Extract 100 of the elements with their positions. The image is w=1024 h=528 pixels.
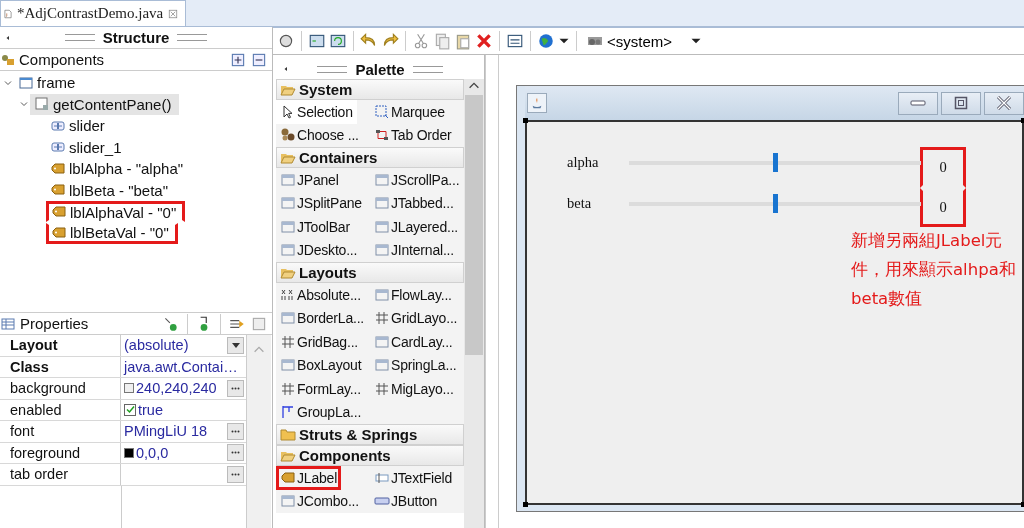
form-icon[interactable] [506, 32, 524, 50]
checkbox[interactable] [124, 403, 136, 416]
collapse-arrow-icon [282, 65, 290, 73]
property-value: java.awt.Contai… [124, 358, 239, 375]
palette-item[interactable]: FlowLay... [370, 283, 456, 307]
palette-item[interactable]: Absolute... [276, 283, 365, 307]
palette-item[interactable]: JPanel [276, 168, 343, 192]
property-value: 240,240,240 [136, 380, 218, 397]
cut-icon[interactable] [412, 32, 430, 50]
label-icon [50, 160, 66, 177]
paste-icon[interactable] [454, 32, 472, 50]
palette-category[interactable]: Layouts [276, 262, 464, 283]
editor-tab[interactable]: *AdjContrastDemo.java [0, 0, 187, 26]
content-pane[interactable]: alpha beta 0 0 新增另兩組JLabel元件，用來顯示alhpa和beta數值 [525, 120, 1024, 505]
palette-item[interactable]: GridLayo... [370, 306, 462, 330]
label-icon [51, 224, 67, 241]
palette-item[interactable]: JSplitPane [276, 191, 366, 215]
resize-handle[interactable] [523, 118, 528, 123]
palette-item[interactable]: JCombo... [276, 489, 363, 513]
runtime-selector[interactable]: <system> [583, 32, 677, 50]
palette-item[interactable]: JLabel [276, 466, 342, 490]
slider[interactable] [629, 153, 921, 172]
tree-item[interactable]: getContentPane() [30, 93, 180, 115]
copy-icon[interactable] [433, 32, 451, 50]
drag-grip[interactable] [64, 34, 95, 41]
slider-label: beta [567, 195, 592, 212]
palette-item[interactable]: JTextField [370, 466, 457, 490]
tree-item[interactable]: frame [14, 72, 84, 94]
palette-item[interactable]: FormLay... [276, 377, 365, 401]
component-icon [374, 242, 390, 259]
globe-icon[interactable] [537, 32, 555, 50]
property-name: enabled [0, 399, 121, 420]
drag-grip[interactable] [317, 65, 348, 73]
palette-item[interactable]: GridBag... [276, 330, 363, 354]
palette-item[interactable]: Marquee [370, 100, 449, 124]
value-label: 0 [939, 199, 947, 216]
tree-item[interactable]: slider_1 [46, 136, 130, 158]
property-value: (absolute) [124, 337, 190, 354]
palette-item[interactable]: SpringLa... [370, 353, 461, 377]
panel-icon [34, 96, 50, 113]
slider-thumb[interactable] [773, 153, 778, 172]
palette-item[interactable]: JButton [370, 489, 442, 513]
source-icon[interactable] [308, 32, 326, 50]
tree-item[interactable]: slider [46, 115, 113, 137]
palette-item[interactable]: BoxLayout [276, 353, 366, 377]
grid-icon [374, 310, 390, 327]
palette-item[interactable]: BorderLa... [276, 306, 369, 330]
delete-icon[interactable] [475, 32, 493, 50]
palette-category[interactable]: Components [276, 445, 464, 466]
palette-item[interactable]: CardLay... [370, 330, 457, 354]
component-icon [280, 171, 296, 188]
slider-thumb[interactable] [773, 194, 778, 213]
palette-category[interactable]: Struts & Springs [276, 424, 464, 445]
marquee-icon [374, 103, 390, 120]
refresh-icon[interactable] [329, 32, 347, 50]
close-button[interactable] [984, 91, 1024, 115]
palette-item[interactable]: GroupLa... [276, 400, 366, 424]
tree-item[interactable]: lblAlpha - "alpha" [46, 158, 192, 180]
palette-item[interactable]: JDeskto... [276, 238, 362, 262]
slider[interactable] [629, 194, 921, 213]
palette-item[interactable]: JInternal... [370, 238, 458, 262]
value-label: 0 [939, 159, 947, 176]
palette-item[interactable]: JToolBar [276, 215, 354, 239]
palette-item[interactable]: Selection [276, 100, 357, 124]
collapse-arrow-icon [4, 34, 12, 42]
scrollbar[interactable] [247, 335, 271, 528]
maximize-icon [954, 96, 968, 110]
tree-item[interactable]: lblAlphaVal - "0" [46, 201, 186, 223]
more-button[interactable] [227, 379, 244, 397]
palette-item[interactable]: JTabbed... [370, 191, 458, 215]
more-button[interactable] [227, 444, 244, 462]
drag-grip[interactable] [177, 34, 208, 41]
maximize-button[interactable] [941, 91, 981, 115]
ellipsis-icon [231, 429, 240, 433]
annotation-text: 新增另兩組JLabel元件，用來顯示alhpa和beta數值 [851, 230, 1017, 310]
slider-label: alpha [567, 154, 599, 171]
app-menu-button[interactable] [527, 93, 547, 113]
property-name: tab order [0, 464, 121, 485]
component-icon [280, 195, 296, 212]
more-button[interactable] [227, 465, 244, 483]
drag-grip[interactable] [412, 65, 443, 73]
tree-item[interactable]: lblBetaVal - "0" [46, 222, 178, 244]
palette-item[interactable]: Choose ... [276, 123, 363, 147]
property-name: font [0, 421, 121, 442]
panel-title: Structure [102, 29, 170, 46]
scrollbar-thumb[interactable] [465, 95, 483, 355]
resize-handle[interactable] [523, 502, 528, 507]
palette-category[interactable]: Containers [276, 147, 464, 168]
dropdown-button[interactable] [227, 336, 244, 354]
more-button[interactable] [227, 422, 244, 440]
minimize-button[interactable] [898, 91, 938, 115]
panel-title: Properties [20, 315, 89, 332]
palette-item[interactable]: MigLayo... [370, 377, 458, 401]
property-value: PMingLiU 18 [124, 423, 208, 440]
scrollbar[interactable] [464, 79, 484, 528]
palette-category[interactable]: System [276, 79, 464, 100]
palette-item[interactable]: JScrollPa... [370, 168, 464, 192]
tree-item[interactable]: lblBeta - "beta" [46, 179, 177, 201]
palette-item[interactable]: JLayered... [370, 215, 463, 239]
palette-item[interactable]: Tab Order [370, 123, 456, 147]
